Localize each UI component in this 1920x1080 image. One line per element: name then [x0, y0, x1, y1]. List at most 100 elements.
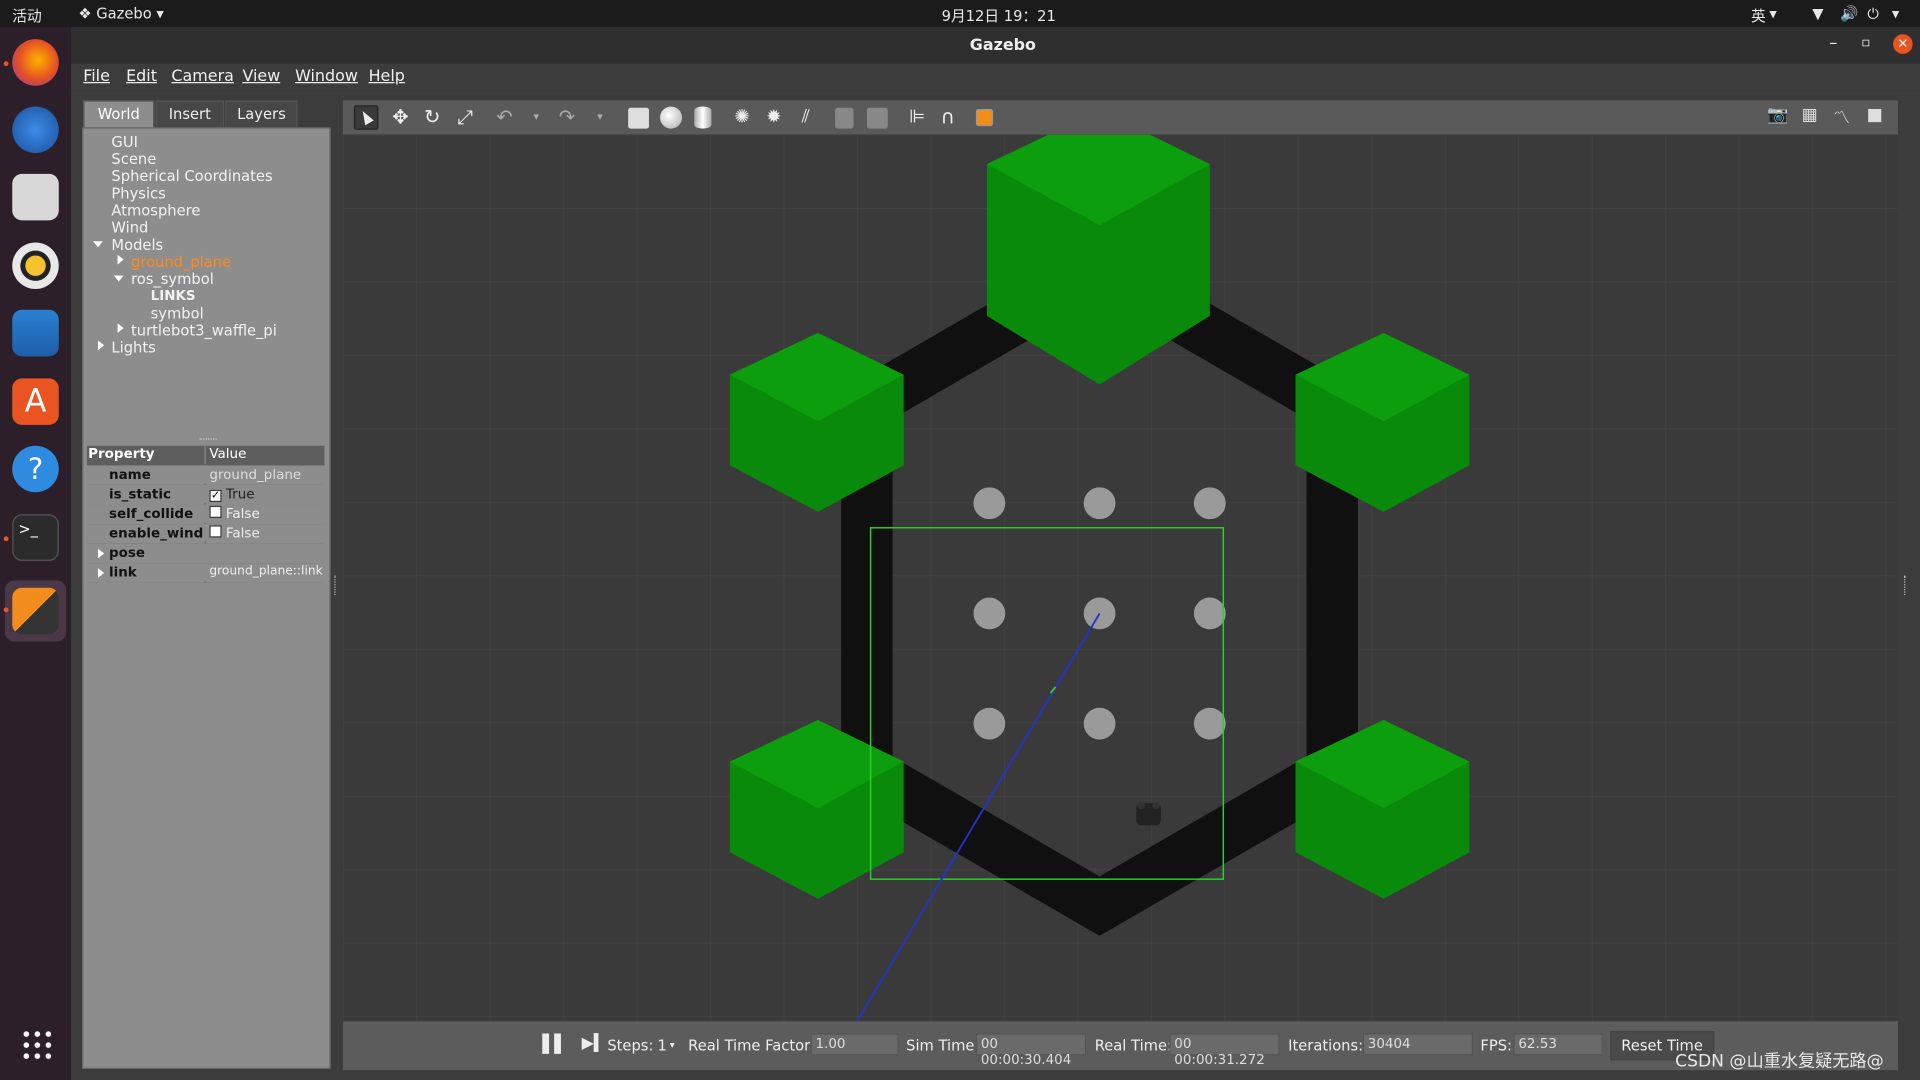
prop-link-value[interactable]: ground_plane::link — [205, 564, 325, 583]
prop-pose-key[interactable]: pose — [86, 544, 325, 564]
running-indicator — [3, 607, 9, 613]
scene-viewport[interactable] — [342, 134, 1898, 1022]
menu-camera[interactable]: Camera — [171, 67, 233, 85]
terminal-icon[interactable]: >_ — [12, 514, 59, 561]
real-time-value: 00 00:00:31.272 — [1169, 1033, 1280, 1068]
point-light-icon[interactable]: ✺ — [730, 105, 754, 129]
prop-collide-value: False — [225, 505, 260, 522]
firefox-icon[interactable] — [12, 39, 59, 86]
tree-ground-plane[interactable]: ground_plane — [131, 253, 231, 270]
header-value: Value — [205, 445, 325, 466]
tree-lights[interactable]: Lights — [111, 339, 155, 356]
gazebo-icon[interactable] — [12, 587, 59, 635]
directional-light-icon[interactable]: ⫽ — [793, 105, 817, 129]
pause-button[interactable]: ▌▌ — [542, 1035, 567, 1055]
menu-file[interactable]: File — [83, 67, 110, 85]
snap-icon[interactable]: ∩ — [936, 105, 960, 129]
menu-edit[interactable]: Edit — [126, 67, 157, 85]
watermark: CSDN @山重水复疑无路@ — [1675, 1051, 1884, 1072]
step-button[interactable]: ▶▍ — [582, 1035, 606, 1053]
tree-symbol[interactable]: symbol — [151, 305, 204, 322]
rhythmbox-icon[interactable] — [12, 242, 59, 289]
menu-window[interactable]: Window — [295, 67, 358, 85]
steps-chevron-icon[interactable]: ▾ — [670, 1040, 675, 1051]
software-center-icon[interactable]: A — [12, 378, 59, 425]
prop-collide-key: self_collide — [86, 505, 205, 525]
tree-spherical-coordinates[interactable]: Spherical Coordinates — [111, 168, 272, 185]
rotate-mode-icon[interactable]: ↻ — [420, 105, 444, 129]
prop-link-key[interactable]: link — [86, 564, 205, 583]
prop-collide-cell: False — [205, 505, 325, 525]
tree-wind[interactable]: Wind — [111, 219, 148, 236]
align-icon[interactable]: ⊫ — [905, 105, 929, 129]
tree-atmosphere[interactable]: Atmosphere — [111, 202, 200, 219]
input-language[interactable]: 英 — [1751, 5, 1766, 26]
left-splitter-handle[interactable] — [334, 575, 336, 596]
close-button[interactable]: ✕ — [1893, 34, 1913, 54]
files-icon[interactable] — [12, 173, 59, 221]
tree-turtlebot[interactable]: turtlebot3_waffle_pi — [131, 322, 277, 339]
prop-name-value[interactable]: ground_plane — [205, 466, 325, 485]
tree-gui[interactable]: GUI — [111, 133, 137, 150]
collapsed-arrow-icon[interactable] — [117, 254, 124, 265]
collapsed-arrow-icon[interactable] — [97, 568, 105, 578]
log-icon[interactable]: ▦ — [1798, 105, 1822, 129]
tab-insert[interactable]: Insert — [155, 100, 225, 128]
wind-checkbox[interactable] — [209, 525, 222, 538]
window-titlebar[interactable]: Gazebo – ▫ ✕ — [71, 26, 1920, 64]
writer-icon[interactable] — [12, 309, 59, 357]
arrow-cursor-icon — [358, 108, 374, 126]
video-record-icon[interactable]: ■ — [1862, 105, 1886, 129]
menu-help[interactable]: Help — [369, 67, 405, 85]
cylinder-shape-icon[interactable] — [694, 106, 712, 129]
redo-icon[interactable]: ↷ — [555, 105, 579, 129]
translate-mode-icon[interactable]: ✥ — [388, 105, 412, 129]
tree-models[interactable]: Models — [111, 236, 163, 253]
static-checkbox[interactable]: ✓ — [209, 489, 222, 503]
undo-history-chevron-icon[interactable]: ▾ — [524, 105, 548, 129]
box-shape-icon[interactable] — [628, 107, 649, 129]
wifi-icon[interactable]: ▼ — [1812, 5, 1823, 22]
sphere-shape-icon[interactable] — [660, 106, 683, 129]
tree-ros-symbol[interactable]: ros_symbol — [131, 271, 214, 288]
tab-layers[interactable]: Layers — [225, 100, 298, 128]
select-mode-button[interactable] — [353, 105, 379, 130]
activities-button[interactable]: 活动 — [12, 5, 41, 26]
steps-label: Steps: — [607, 1037, 654, 1055]
view-angle-icon[interactable] — [975, 108, 994, 127]
collide-checkbox[interactable] — [209, 505, 222, 518]
volume-icon[interactable]: 🔊 — [1840, 5, 1858, 22]
thunderbird-icon[interactable] — [12, 106, 59, 154]
splitter-handle[interactable] — [199, 438, 217, 440]
copy-icon[interactable] — [835, 107, 854, 129]
simulation-status-bar: ▌▌ ▶▍ Steps: 1 ▾ Real Time Factor: 1.00 … — [342, 1021, 1898, 1071]
spot-light-icon[interactable]: ✹ — [762, 105, 786, 129]
undo-icon[interactable]: ↶ — [492, 105, 516, 129]
collapsed-arrow-icon[interactable] — [97, 340, 105, 351]
tab-world[interactable]: World — [83, 100, 155, 128]
paste-icon[interactable] — [866, 107, 888, 129]
right-splitter-handle[interactable] — [1904, 575, 1906, 596]
help-icon[interactable]: ? — [12, 445, 59, 493]
minimize-button[interactable]: – — [1829, 34, 1837, 52]
steps-spinner[interactable]: 1 — [658, 1037, 667, 1054]
tree-scene[interactable]: Scene — [111, 151, 156, 168]
menu-view[interactable]: View — [242, 67, 280, 85]
screenshot-icon[interactable]: 📷 — [1766, 105, 1790, 129]
app-menu-label: Gazebo — [96, 4, 152, 23]
plot-icon[interactable]: 〽 — [1829, 105, 1853, 129]
collapsed-arrow-icon[interactable] — [117, 323, 124, 334]
system-menu-chevron-icon[interactable]: ▾ — [1892, 5, 1899, 22]
clock[interactable]: 9月12日 19：21 — [942, 5, 1056, 26]
tree-physics[interactable]: Physics — [111, 185, 165, 202]
expanded-arrow-icon[interactable] — [113, 275, 124, 282]
expanded-arrow-icon[interactable] — [93, 241, 103, 248]
scale-mode-icon[interactable]: ⤢ — [453, 105, 477, 129]
redo-history-chevron-icon[interactable]: ▾ — [588, 105, 612, 129]
power-icon[interactable]: ⏻ — [1867, 5, 1879, 23]
app-menu[interactable]: ❖ Gazebo ▾ — [78, 5, 163, 22]
scene-render[interactable] — [342, 134, 1898, 1022]
collapsed-arrow-icon[interactable] — [97, 548, 105, 559]
restore-button[interactable]: ▫ — [1861, 34, 1870, 50]
show-apps-icon[interactable] — [20, 1028, 53, 1061]
